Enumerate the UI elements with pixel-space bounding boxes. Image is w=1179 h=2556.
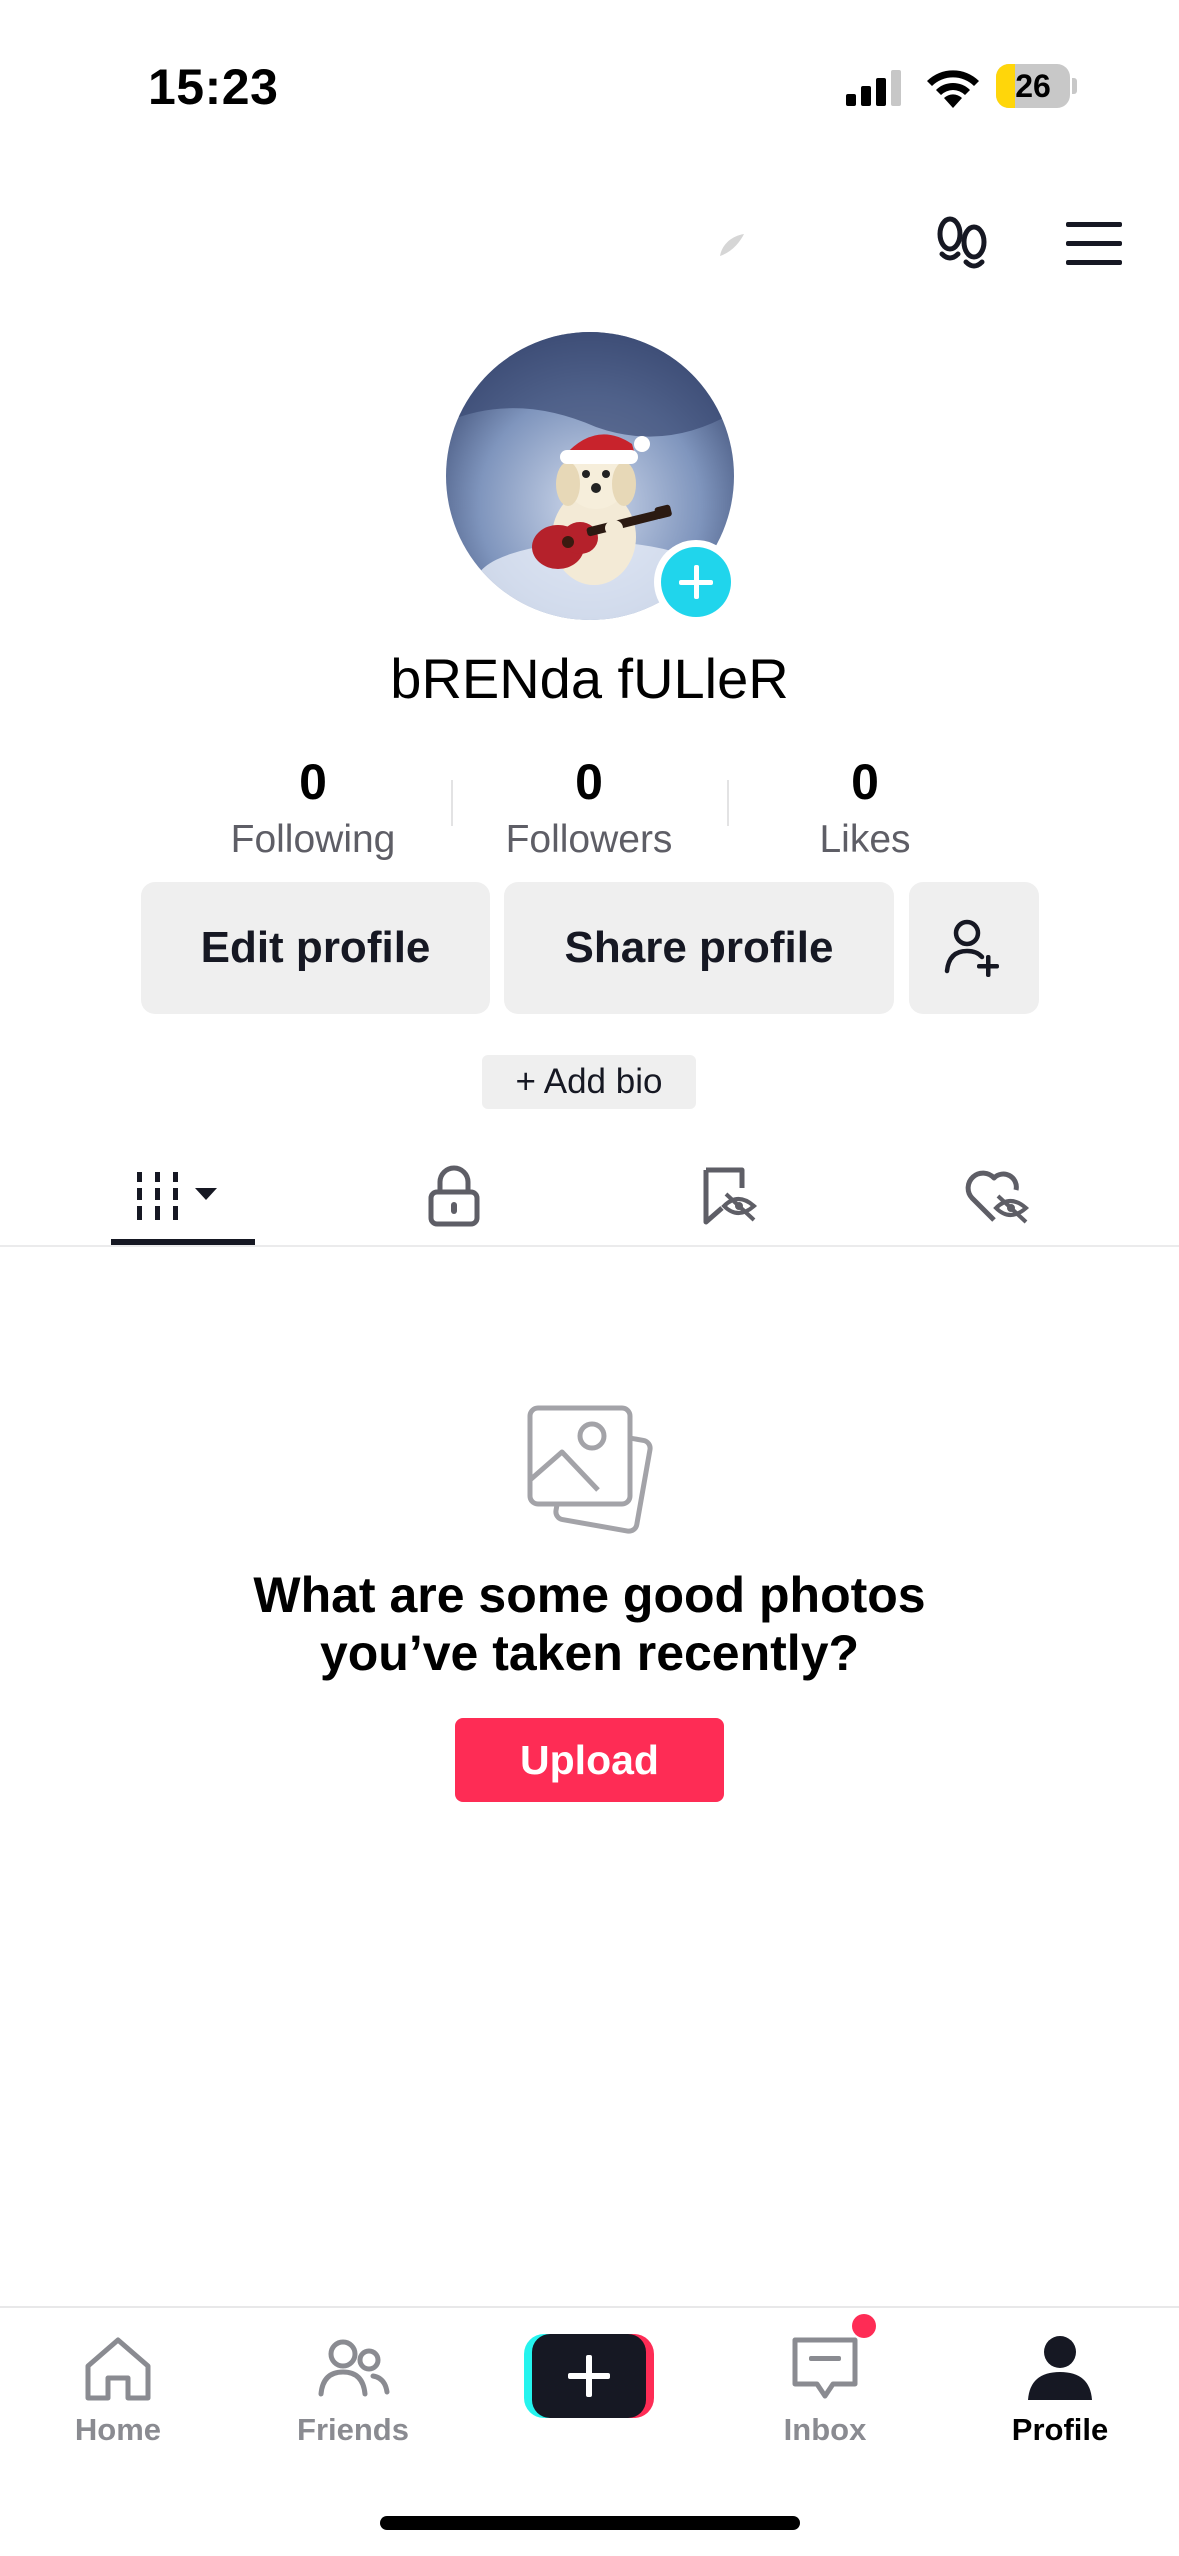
battery-indicator: 26	[996, 64, 1077, 108]
edit-profile-button[interactable]: Edit profile	[141, 882, 490, 1014]
tab-liked[interactable]	[937, 1150, 1057, 1242]
nav-profile[interactable]: Profile	[970, 2328, 1150, 2448]
stat-value: 0	[299, 754, 327, 810]
tab-private[interactable]	[394, 1150, 514, 1242]
share-profile-button[interactable]: Share profile	[504, 882, 894, 1014]
nav-label: Inbox	[783, 2412, 867, 2447]
nav-label: Home	[74, 2412, 162, 2447]
friends-icon	[318, 2339, 390, 2397]
profile-icon	[1028, 2336, 1092, 2400]
wifi-icon	[927, 70, 979, 108]
inbox-icon	[792, 2337, 858, 2399]
empty-state-line-1: What are some good photos	[253, 1567, 926, 1623]
bookmark-hidden-icon	[703, 1167, 758, 1225]
add-friend-button[interactable]	[909, 882, 1039, 1014]
nav-inbox[interactable]: Inbox	[735, 2328, 915, 2448]
profile-username: bRENda fULleR	[390, 647, 789, 710]
footprint-icon[interactable]	[930, 212, 994, 276]
stat-followers[interactable]: 0 Followers	[459, 752, 719, 868]
nav-label: Friends	[297, 2412, 409, 2447]
stat-likes[interactable]: 0 Likes	[735, 752, 995, 868]
empty-state-title: What are some good photos you’ve taken r…	[100, 1566, 1079, 1682]
stat-divider	[727, 780, 729, 826]
lock-icon	[428, 1165, 480, 1227]
upload-button[interactable]: Upload	[455, 1718, 724, 1802]
plus-icon	[679, 565, 713, 599]
stat-divider	[451, 780, 453, 826]
add-avatar-button[interactable]	[654, 540, 738, 624]
status-bar: 15:23 26	[0, 0, 1179, 170]
status-time: 15:23	[148, 59, 279, 115]
plus-icon	[568, 2355, 610, 2397]
stat-label: Likes	[819, 818, 911, 861]
stat-label: Followers	[505, 818, 673, 861]
feather-icon	[720, 234, 744, 256]
menu-icon[interactable]	[1064, 216, 1124, 272]
stat-value: 0	[575, 754, 603, 810]
home-indicator	[380, 2516, 800, 2530]
home-icon	[85, 2337, 151, 2401]
create-button[interactable]	[524, 2334, 654, 2418]
nav-label: Profile	[1011, 2412, 1109, 2447]
add-user-icon	[944, 919, 999, 977]
stat-following[interactable]: 0 Following	[183, 752, 443, 868]
heart-hidden-icon	[965, 1170, 1030, 1224]
nav-home[interactable]: Home	[28, 2328, 208, 2448]
posts-grid-icon	[137, 1172, 217, 1220]
tabs-divider	[0, 1245, 1179, 1247]
tab-saved[interactable]	[668, 1150, 788, 1242]
battery-percent: 26	[1015, 68, 1051, 104]
tab-posts[interactable]	[111, 1150, 255, 1242]
stat-value: 0	[851, 754, 879, 810]
add-bio-button[interactable]: + Add bio	[482, 1055, 696, 1109]
stat-label: Following	[230, 818, 396, 861]
photos-icon	[527, 1405, 653, 1534]
cellular-signal-icon	[846, 70, 901, 106]
inbox-notification-dot	[852, 2314, 876, 2338]
nav-friends[interactable]: Friends	[263, 2328, 443, 2448]
empty-state-line-2: you’ve taken recently?	[319, 1625, 860, 1681]
